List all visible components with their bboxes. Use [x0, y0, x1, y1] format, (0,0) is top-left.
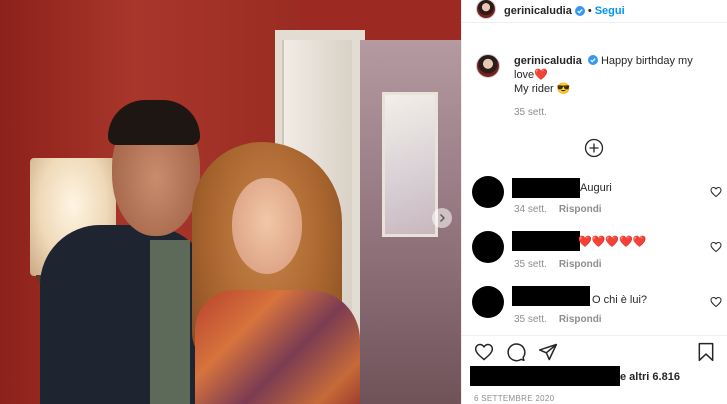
paper-plane-icon[interactable] [538, 342, 558, 362]
redacted-username [512, 178, 580, 198]
bookmark-icon[interactable] [696, 342, 716, 362]
caption-body: gerinicaludia Happy birthday my love❤️ M… [514, 54, 693, 120]
caption-username[interactable]: gerinicaludia [514, 55, 582, 67]
reply-button[interactable]: Rispondi [559, 314, 602, 325]
post-header: gerinicaludia • Segui [462, 0, 727, 22]
next-photo-button[interactable] [432, 208, 452, 228]
verified-badge-icon [574, 6, 585, 16]
comment-text: O chi è lui? [592, 294, 648, 306]
comment-item: Auguri 34 sett. Rispondi [472, 176, 722, 220]
plus-circle-icon[interactable] [584, 138, 604, 158]
wall-painting [382, 92, 438, 237]
post-side-panel: gerinicaludia • Segui gerinicaludia Happ… [461, 0, 727, 404]
caption-avatar[interactable] [476, 54, 500, 78]
follow-button[interactable]: Segui [595, 5, 625, 17]
author-avatar[interactable] [476, 0, 496, 19]
caption-text-line2: love❤️ [514, 69, 548, 81]
author-username[interactable]: gerinicaludia [504, 5, 572, 17]
header-divider [462, 22, 727, 23]
redacted-likers [470, 366, 620, 386]
comment-meta: 35 sett. Rispondi [514, 259, 602, 270]
redacted-username [512, 231, 580, 251]
comment-item: ❤️❤️❤️❤️❤️ 35 sett. Rispondi [472, 231, 722, 275]
verified-badge-icon [587, 55, 598, 65]
comment-item: O chi è lui? 35 sett. Rispondi [472, 286, 722, 330]
chevron-right-icon [440, 214, 445, 222]
comment-icon[interactable] [506, 342, 526, 362]
comment-timestamp[interactable]: 35 sett. [514, 259, 547, 270]
separator-dot: • [587, 5, 592, 17]
likes-count[interactable]: e altri 6.816 [620, 371, 680, 383]
post-caption: gerinicaludia Happy birthday my love❤️ M… [476, 54, 716, 120]
woman-dress [195, 290, 360, 404]
heart-icon[interactable] [474, 342, 494, 362]
caption-text-line1: Happy birthday my [600, 55, 693, 67]
reply-button[interactable]: Rispondi [559, 259, 602, 270]
man-shirt [150, 240, 190, 404]
likes-row[interactable]: e altri 6.816 [470, 366, 710, 386]
caption-timestamp[interactable]: 35 sett. [514, 106, 693, 120]
comment-timestamp[interactable]: 35 sett. [514, 314, 547, 325]
reply-button[interactable]: Rispondi [559, 204, 602, 215]
comment-text: Auguri [580, 182, 612, 194]
comment-timestamp[interactable]: 34 sett. [514, 204, 547, 215]
commenter-avatar[interactable] [472, 286, 504, 318]
comment-text: ❤️❤️❤️❤️❤️ [578, 236, 647, 248]
woman-face [232, 178, 302, 274]
post-photo[interactable] [0, 0, 461, 404]
post-date[interactable]: 6 SETTEMBRE 2020 [474, 394, 554, 403]
post-actions-bar [474, 342, 719, 364]
comment-heart-icon[interactable] [710, 296, 722, 308]
comment-heart-icon[interactable] [710, 241, 722, 253]
commenter-avatar[interactable] [472, 176, 504, 208]
caption-text-line3: My rider 😎 [514, 83, 571, 95]
commenter-avatar[interactable] [472, 231, 504, 263]
comment-heart-icon[interactable] [710, 186, 722, 198]
actions-divider [462, 335, 727, 336]
redacted-username [512, 286, 590, 306]
comment-meta: 34 sett. Rispondi [514, 204, 602, 215]
comment-meta: 35 sett. Rispondi [514, 314, 602, 325]
